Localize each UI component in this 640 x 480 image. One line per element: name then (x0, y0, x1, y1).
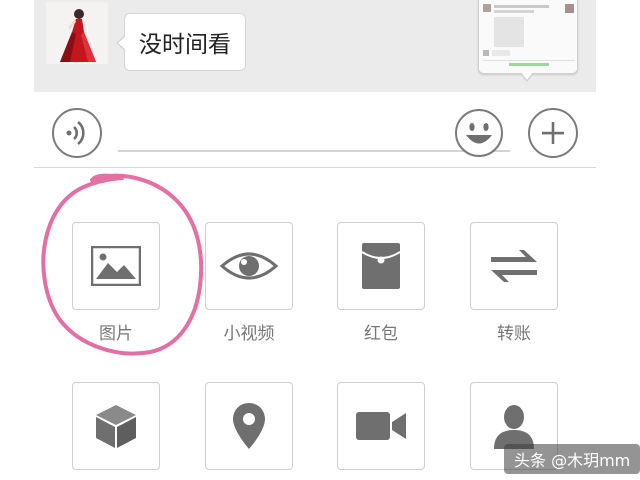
panel-item-location[interactable] (205, 382, 295, 479)
person-icon (494, 405, 534, 449)
panel-item-label: 小视频 (223, 324, 275, 344)
video-tile[interactable] (205, 222, 293, 310)
cube-tile[interactable] (72, 382, 160, 470)
panel-item-label: 红包 (364, 324, 398, 344)
photos-tile[interactable] (72, 222, 160, 310)
input-bar (34, 92, 596, 168)
location-pin-icon (233, 403, 265, 449)
emoji-button[interactable] (454, 108, 504, 158)
screenshot-thumbnail[interactable] (478, 0, 578, 74)
eye-icon (219, 252, 279, 280)
panel-item-photos[interactable]: 图片 (72, 222, 162, 344)
image-icon (91, 246, 141, 286)
watermark-text: 头条 @木玥mm (514, 451, 631, 470)
panel-item-video-call[interactable] (337, 382, 427, 479)
video-camera-icon (356, 412, 406, 440)
panel-item-video[interactable]: 小视频 (205, 222, 295, 344)
emoji-icon (455, 109, 503, 157)
panel-item-cube[interactable] (72, 382, 162, 479)
transfer-icon (491, 250, 537, 282)
chat-area: 没时间看 (34, 0, 596, 92)
more-button[interactable] (528, 108, 578, 158)
location-tile[interactable] (205, 382, 293, 470)
transfer-tile[interactable] (470, 222, 558, 310)
cube-icon (96, 405, 136, 448)
voice-button[interactable] (52, 108, 102, 158)
panel-item-label: 图片 (99, 324, 133, 344)
message-input[interactable] (118, 150, 510, 152)
message-bubble[interactable]: 没时间看 (116, 13, 246, 71)
panel-item-transfer[interactable]: 转账 (470, 222, 560, 344)
avatar[interactable] (46, 2, 108, 64)
plus-icon (542, 122, 564, 144)
red-packet-tile[interactable] (337, 222, 425, 310)
thumbnail-tail-inner (521, 72, 533, 80)
message-text: 没时间看 (139, 32, 231, 58)
thumbnail-preview (479, 0, 577, 73)
function-panel: 图片 小视频 红包 转账 (34, 169, 596, 480)
voice-icon (66, 120, 85, 146)
video-call-tile[interactable] (337, 382, 425, 470)
avatar-image (46, 2, 108, 64)
red-packet-icon (361, 243, 401, 289)
watermark: 头条 @木玥mm (504, 444, 640, 474)
panel-item-red-packet[interactable]: 红包 (337, 222, 427, 344)
panel-item-label: 转账 (497, 324, 531, 344)
